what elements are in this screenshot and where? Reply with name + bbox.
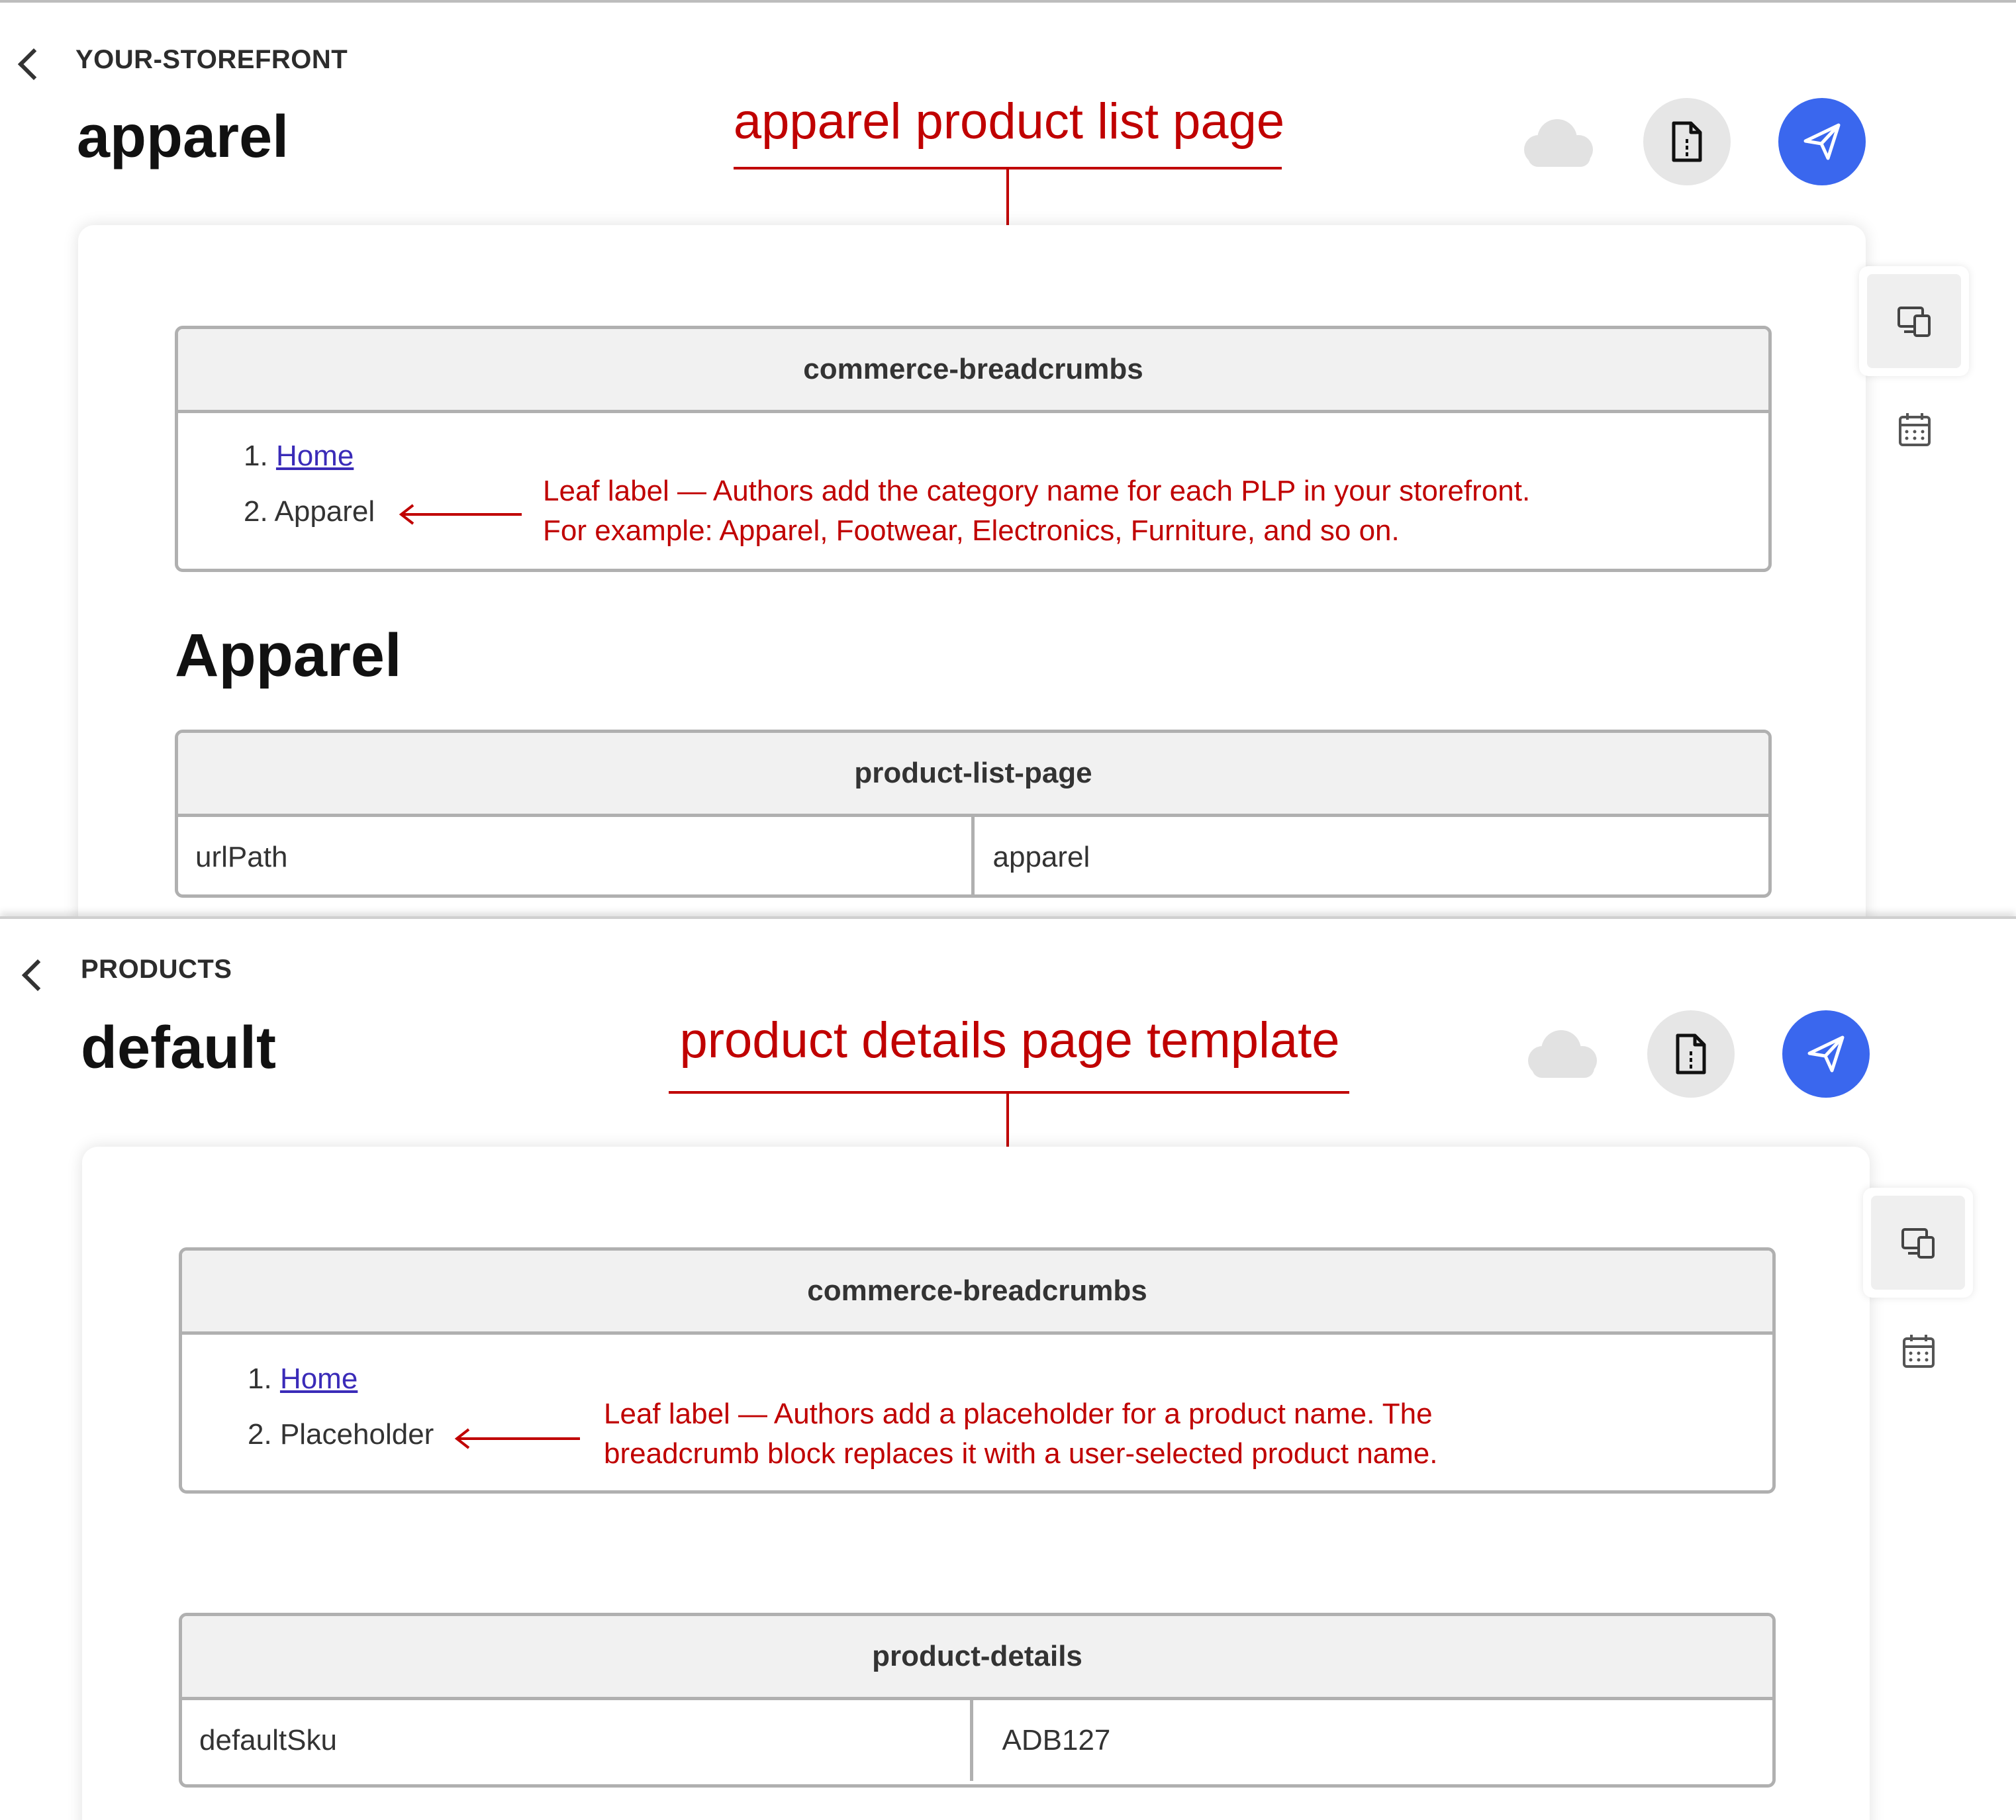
block-key-cell[interactable]: defaultSku [182,1700,970,1781]
item-number: 1. [244,440,268,472]
top-panel-plp: YOUR-STOREFRONT apparel apparel product … [0,0,2016,919]
editor-canvas: commerce-breadcrumbs 1. Home 2. Placehol… [82,1147,1870,1820]
preview-document-button[interactable] [1643,98,1731,185]
calendar-icon[interactable] [1897,412,1932,448]
item-number: 2. [244,495,268,528]
item-number: 1. [248,1363,272,1395]
item-number: 2. [248,1418,272,1451]
side-rail-preview[interactable] [1859,266,1969,376]
product-details-block: product-details defaultSku ADB127 [179,1613,1776,1788]
editor-canvas: commerce-breadcrumbs 1. Home 2. Apparel … [78,225,1866,919]
note-line: breadcrumb block replaces it with a user… [604,1437,1438,1470]
bottom-panel-pdp: PRODUCTS default product details page te… [0,916,2016,1820]
cloud-icon[interactable] [1519,114,1598,169]
parent-breadcrumb[interactable]: PRODUCTS [81,955,232,984]
note-line: Leaf label — Authors add a placeholder f… [604,1398,1433,1430]
product-list-page-block: product-list-page urlPath apparel [175,730,1772,898]
back-chevron-icon[interactable] [21,959,54,992]
calendar-icon[interactable] [1901,1333,1936,1369]
leaf-label: Placeholder [279,1418,434,1451]
leaf-arrow [399,504,522,525]
block-key-cell[interactable]: urlPath [178,817,971,894]
note-line: Leaf label — Authors add the category na… [543,475,1531,507]
annotation-title: apparel product list page [733,93,1285,150]
category-heading: Apparel [175,622,402,689]
leaf-label-note: Leaf label — Authors add a placeholder f… [604,1394,1438,1474]
home-link[interactable]: Home [280,1363,358,1395]
device-preview-icon [1901,1228,1935,1259]
block-value-cell[interactable]: ADB127 [969,1700,1773,1781]
block-header: commerce-breadcrumbs [178,329,1768,413]
annotation-title: product details page template [679,1012,1340,1069]
block-row: defaultSku ADB127 [182,1700,1772,1781]
leaf-label-note: Leaf label — Authors add the category na… [543,471,1530,551]
breadcrumb-item: 2. Placeholder [248,1415,434,1454]
parent-breadcrumb[interactable]: YOUR-STOREFRONT [75,45,348,75]
leaf-arrow [454,1428,580,1449]
block-value-cell[interactable]: apparel [971,817,1769,894]
send-icon [1807,1035,1845,1073]
breadcrumb-item: 1. Home [248,1360,434,1398]
leaf-label: Apparel [274,495,375,528]
publish-button[interactable] [1778,98,1866,185]
preview-document-button[interactable] [1647,1010,1735,1098]
block-header: product-details [182,1616,1772,1700]
document-icon [1676,1033,1706,1075]
side-rail-preview[interactable] [1863,1188,1973,1298]
breadcrumb-list: 1. Home 2. Placeholder [248,1360,434,1454]
device-preview-icon [1897,307,1931,337]
page-title: default [81,1015,277,1081]
breadcrumb-list: 1. Home 2. Apparel [244,437,375,531]
document-icon [1672,121,1702,162]
breadcrumb-item: 2. Apparel [244,493,375,531]
block-header: commerce-breadcrumbs [182,1251,1772,1335]
block-header: product-list-page [178,733,1768,817]
send-icon [1803,123,1841,160]
home-link[interactable]: Home [276,440,354,472]
back-chevron-icon[interactable] [17,48,50,81]
breadcrumb-item: 1. Home [244,437,375,475]
page-title: apparel [77,104,289,170]
note-line: For example: Apparel, Footwear, Electron… [543,514,1400,547]
publish-button[interactable] [1782,1010,1870,1098]
cloud-icon[interactable] [1523,1025,1602,1080]
block-row: urlPath apparel [178,817,1769,894]
